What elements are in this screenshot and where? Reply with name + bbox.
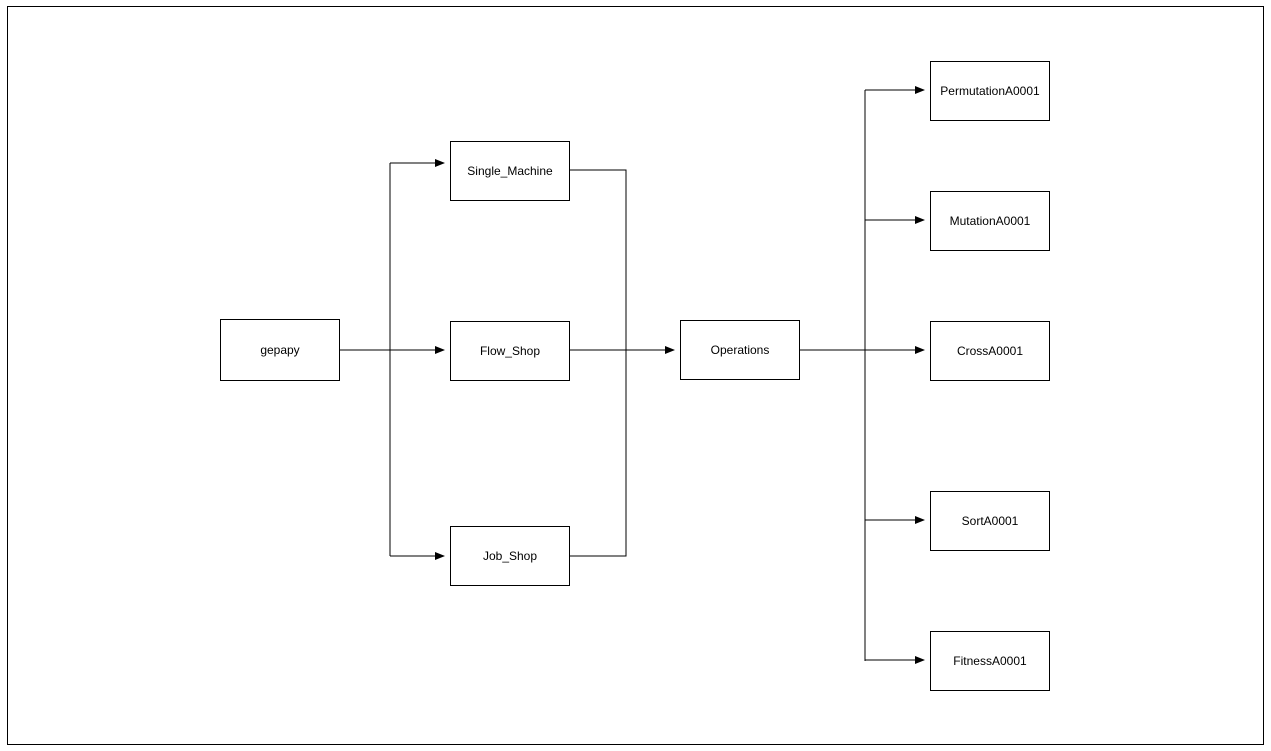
node-job-shop-label: Job_Shop (482, 549, 538, 563)
node-gepapy-label: gepapy (260, 343, 300, 357)
node-cross-label: CrossA0001 (956, 344, 1024, 358)
node-flow-shop-label: Flow_Shop (479, 344, 541, 358)
node-mutation-label: MutationA0001 (949, 214, 1031, 228)
node-cross[interactable]: CrossA0001 (930, 321, 1050, 381)
node-mutation[interactable]: MutationA0001 (930, 191, 1050, 251)
diagram-canvas: gepapy Single_Machine Flow_Shop Job_Shop… (0, 0, 1271, 751)
node-sort-label: SortA0001 (961, 514, 1019, 528)
node-operations[interactable]: Operations (680, 320, 800, 380)
node-permutation-label: PermutationA0001 (940, 84, 1040, 98)
node-single-machine[interactable]: Single_Machine (450, 141, 570, 201)
node-fitness-label: FitnessA0001 (953, 654, 1027, 668)
node-single-machine-label: Single_Machine (467, 164, 553, 178)
node-fitness[interactable]: FitnessA0001 (930, 631, 1050, 691)
node-sort[interactable]: SortA0001 (930, 491, 1050, 551)
node-flow-shop[interactable]: Flow_Shop (450, 321, 570, 381)
node-job-shop[interactable]: Job_Shop (450, 526, 570, 586)
node-permutation[interactable]: PermutationA0001 (930, 61, 1050, 121)
node-gepapy[interactable]: gepapy (220, 319, 340, 381)
page-border (7, 6, 1264, 745)
node-operations-label: Operations (710, 343, 770, 357)
